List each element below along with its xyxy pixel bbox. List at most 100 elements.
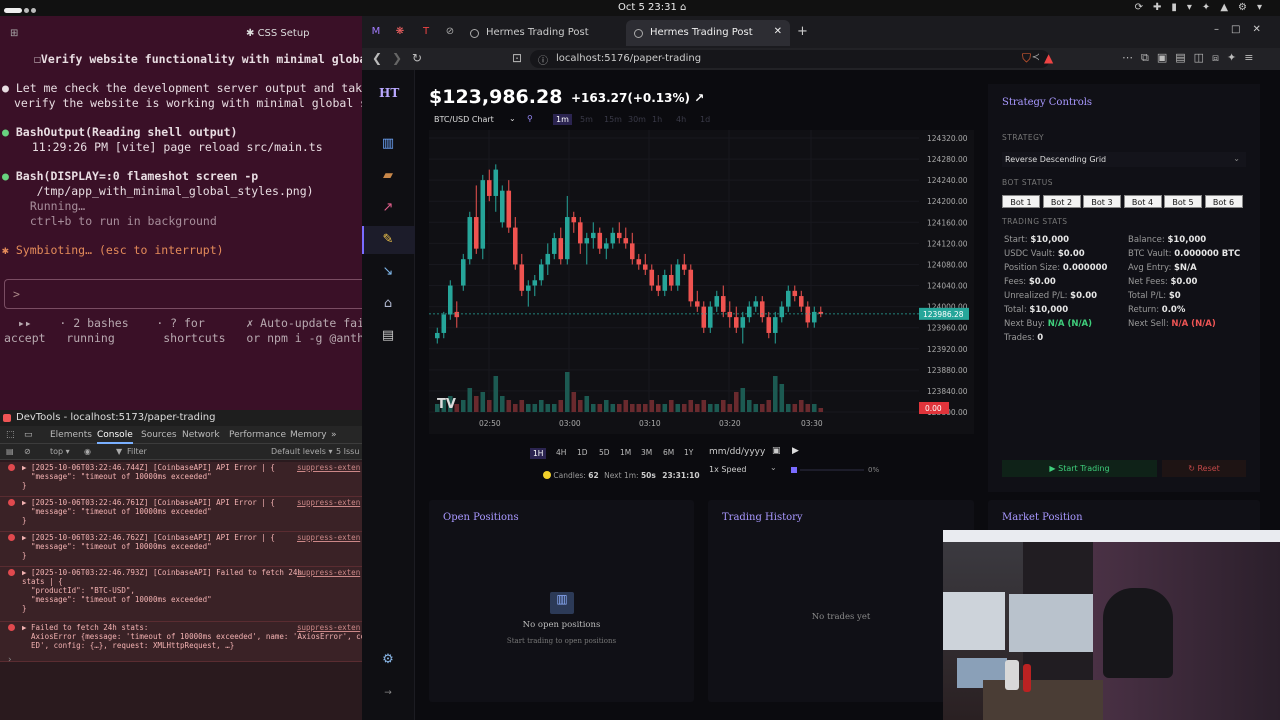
brave-shield-icon[interactable]: ⛉ <box>1022 51 1031 66</box>
console-filter-input[interactable]: Filter <box>127 447 147 456</box>
bot-button-3[interactable]: Bot 3 <box>1083 195 1121 208</box>
bot-button-1[interactable]: Bot 1 <box>1002 195 1040 208</box>
range-3M[interactable]: 3M <box>641 448 652 457</box>
tab-memory[interactable]: Memory <box>290 430 327 440</box>
nav-portfolio-briefcase-icon[interactable]: ▰ <box>379 168 397 184</box>
tab-console[interactable]: Console <box>97 430 133 444</box>
window-controls[interactable]: –□✕ <box>1214 24 1273 35</box>
tab-network[interactable]: Network <box>182 430 220 440</box>
pinned-tab-proton-icon[interactable]: M <box>368 24 384 40</box>
log-levels-select[interactable]: Default levels ▾ <box>271 447 333 456</box>
nav-backtest-graph-icon[interactable]: ↘ <box>379 264 397 280</box>
close-tab-icon[interactable]: ✕ <box>774 26 782 37</box>
volume-bar <box>812 404 817 412</box>
workspace-indicator[interactable] <box>4 5 38 24</box>
system-clock[interactable]: Oct 5 23:31 <box>618 2 677 13</box>
search-icon[interactable]: ⚲ <box>527 114 533 123</box>
console-source-link[interactable]: suppress-exten <box>297 533 360 542</box>
reload-button[interactable]: ↻ <box>412 51 422 65</box>
granularity-4h[interactable]: 4h <box>673 114 689 125</box>
progress-handle[interactable] <box>791 467 797 473</box>
more-tabs-button[interactable]: » <box>331 430 337 440</box>
bot-button-2[interactable]: Bot 2 <box>1042 195 1081 208</box>
reset-button[interactable]: ↻ Reset <box>1162 460 1246 477</box>
console-error-entry[interactable]: ▶ [2025-10-06T03:22:46.761Z] [CoinbaseAP… <box>0 497 362 532</box>
pinned-tab-brave-icon[interactable]: ❋ <box>392 24 408 40</box>
range-1H[interactable]: 1H <box>530 448 547 459</box>
terminal-new-tab-icon[interactable]: ⊞ <box>10 28 18 39</box>
range-1D[interactable]: 1D <box>577 448 588 457</box>
y-tick-label: 124120.00 <box>927 239 968 248</box>
nav-vault-bank-icon[interactable]: ⌂ <box>379 296 397 312</box>
url-field[interactable]: ⓘ localhost:5176/paper-trading ≺ <box>530 50 1050 68</box>
console-source-link[interactable]: suppress-exten <box>297 623 360 632</box>
settings-gear-icon[interactable]: ⚙ <box>379 652 397 668</box>
system-tray[interactable]: ⟳✚▮▾✦▲⚙▾ <box>1135 2 1272 13</box>
start-trading-button[interactable]: ▶ Start Trading <box>1002 460 1157 477</box>
notification-bell-icon[interactable]: ⌂ <box>680 2 686 13</box>
sidebar-toggle-icon[interactable]: ▤ <box>6 447 14 456</box>
strategy-select[interactable]: Reverse Descending Grid ⌄ <box>1002 152 1246 167</box>
date-input[interactable]: mm/dd/yyyy <box>709 447 765 457</box>
context-select[interactable]: top ▾ <box>50 447 70 456</box>
console-source-link[interactable]: suppress-exten <box>297 463 360 472</box>
replay-progress-bar[interactable] <box>800 469 864 471</box>
range-1M[interactable]: 1M <box>620 448 631 457</box>
collapse-sidebar-icon[interactable]: → <box>379 688 397 704</box>
range-6M[interactable]: 6M <box>663 448 674 457</box>
range-1Y[interactable]: 1Y <box>684 448 693 457</box>
inspect-icon[interactable]: ⬚ <box>6 430 15 440</box>
console-error-entry[interactable]: ▶ Failed to fetch 24h stats: AxiosError … <box>0 622 362 662</box>
calendar-icon[interactable]: ▣ <box>772 446 781 456</box>
bot-button-5[interactable]: Bot 5 <box>1164 195 1202 208</box>
granularity-30m[interactable]: 30m <box>625 114 649 125</box>
granularity-1m[interactable]: 1m <box>553 114 572 125</box>
new-tab-button[interactable]: + <box>797 24 808 39</box>
tab-elements[interactable]: Elements <box>50 430 92 440</box>
chart-pair-select[interactable]: BTC/USD Chart <box>434 115 494 124</box>
nav-paper-trading-notepad-icon[interactable]: ✎ <box>379 232 397 248</box>
console-error-entry[interactable]: ▶ [2025-10-06T03:22:46.793Z] [CoinbaseAP… <box>0 567 362 622</box>
bookmark-icon[interactable]: ⊡ <box>512 51 522 65</box>
pinned-tab-globe-icon[interactable]: ⊘ <box>442 24 458 40</box>
site-info-icon[interactable]: ⓘ <box>538 52 548 67</box>
browser-tab[interactable]: Hermes Trading Post <box>462 20 620 46</box>
volume-tag-label: 0.00 <box>925 404 942 413</box>
nav-trading-trend-icon[interactable]: ↗ <box>379 200 397 216</box>
console-source-link[interactable]: suppress-exten <box>297 568 360 577</box>
share-icon[interactable]: ≺ <box>1032 52 1040 63</box>
pinned-tab-t-icon[interactable]: T <box>418 24 434 40</box>
candle-body <box>480 180 486 249</box>
brave-rewards-icon[interactable]: ▲ <box>1044 51 1053 65</box>
issues-badge[interactable]: 5 Issu <box>336 447 359 456</box>
granularity-1d[interactable]: 1d <box>697 114 713 125</box>
console-error-entry[interactable]: ▶ [2025-10-06T03:22:46.744Z] [CoinbaseAP… <box>0 462 362 497</box>
terminal-line: Running… <box>16 199 86 213</box>
stat-label: Net Fees: <box>1128 277 1168 287</box>
granularity-15m[interactable]: 15m <box>601 114 625 125</box>
terminal-prompt-input[interactable]: > <box>4 279 362 309</box>
play-button[interactable]: ▶ <box>792 446 799 456</box>
device-toggle-icon[interactable]: ▭ <box>24 430 33 440</box>
granularity-5m[interactable]: 5m <box>577 114 596 125</box>
candlestick-chart[interactable]: 124320.00 124280.00 124240.00 124200.00 1241… <box>429 130 974 434</box>
bot-button-4[interactable]: Bot 4 <box>1123 195 1162 208</box>
range-5D[interactable]: 5D <box>599 448 610 457</box>
eye-icon[interactable]: ◉ <box>84 447 91 456</box>
nav-news-icon[interactable]: ▤ <box>379 328 397 344</box>
range-4H[interactable]: 4H <box>556 448 566 457</box>
console-source-link[interactable]: suppress-exten <box>297 498 360 507</box>
speed-select[interactable]: 1x Speed <box>709 465 746 474</box>
browser-extensions-toolbar[interactable]: ⋯⧉▣▤◫⧈✦≡ <box>1122 51 1261 65</box>
clear-console-icon[interactable]: ⊘ <box>24 447 31 456</box>
tab-performance[interactable]: Performance <box>229 430 286 440</box>
nav-dashboard-chart-icon[interactable]: ▥ <box>379 136 397 152</box>
tab-sources[interactable]: Sources <box>141 430 177 440</box>
back-button[interactable]: ❮ <box>372 51 382 65</box>
browser-tab-active[interactable]: Hermes Trading Post ✕ <box>626 20 790 46</box>
bot-button-6[interactable]: Bot 6 <box>1204 195 1243 208</box>
console-error-entry[interactable]: ▶ [2025-10-06T03:22:46.762Z] [CoinbaseAP… <box>0 532 362 567</box>
forward-button[interactable]: ❯ <box>392 51 402 65</box>
console-prompt-icon[interactable]: › <box>8 655 12 665</box>
granularity-1h[interactable]: 1h <box>649 114 665 125</box>
